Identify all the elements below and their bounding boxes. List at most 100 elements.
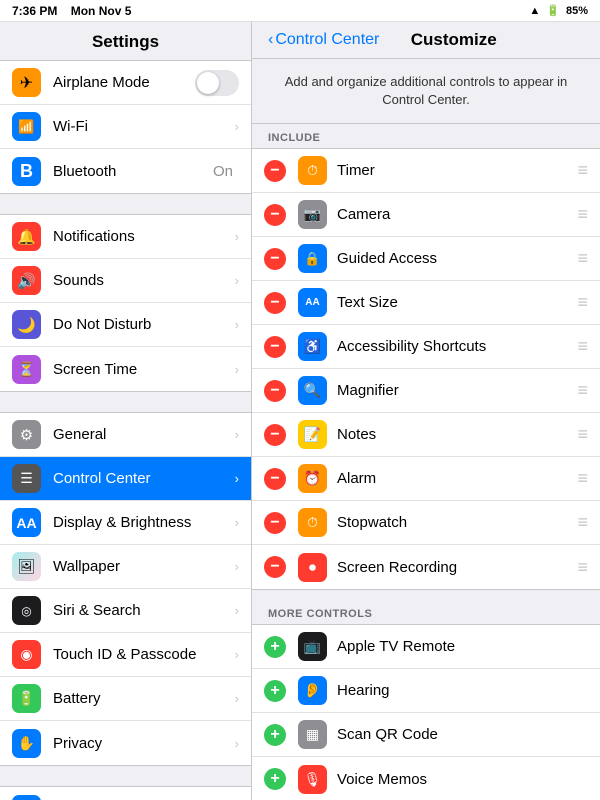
remove-text-size-button[interactable] [264,292,286,314]
control-center-chevron: › [235,471,239,486]
remove-accessibility-button[interactable] [264,336,286,358]
include-item-alarm[interactable]: ⏰ Alarm ≡ [252,457,600,501]
sidebar-item-itunes[interactable]: A iTunes & App Store › [0,787,251,800]
add-qr-code-button[interactable] [264,724,286,746]
sidebar-item-control-center[interactable]: ☰ Control Center › [0,457,251,501]
sidebar-item-battery[interactable]: 🔋 Battery › [0,677,251,721]
alarm-icon: ⏰ [298,464,327,493]
more-item-qr-code[interactable]: ▦ Scan QR Code [252,713,600,757]
do-not-disturb-chevron: › [235,317,239,332]
sidebar-item-bluetooth[interactable]: B Bluetooth On [0,149,251,193]
sounds-chevron: › [235,273,239,288]
sidebar-item-do-not-disturb[interactable]: 🌙 Do Not Disturb › [0,303,251,347]
screen-recording-icon: ⏺ [298,553,327,582]
remove-guided-access-button[interactable] [264,248,286,270]
wifi-settings-icon: 📶 [12,112,41,141]
screen-recording-label: Screen Recording [337,559,573,576]
screen-recording-drag-handle[interactable]: ≡ [577,557,588,578]
accessibility-drag-handle[interactable]: ≡ [577,336,588,357]
right-panel-title: Customize [411,30,557,58]
display-chevron: › [235,515,239,530]
more-item-voice-memos[interactable]: 🎙 Voice Memos [252,757,600,800]
stopwatch-drag-handle[interactable]: ≡ [577,512,588,533]
camera-label: Camera [337,206,573,223]
include-item-accessibility[interactable]: ♿ Accessibility Shortcuts ≡ [252,325,600,369]
voice-memos-icon: 🎙 [298,765,327,794]
remove-notes-button[interactable] [264,424,286,446]
add-voice-memos-button[interactable] [264,768,286,790]
add-hearing-button[interactable] [264,680,286,702]
sidebar-item-sounds[interactable]: 🔊 Sounds › [0,259,251,303]
voice-memos-label: Voice Memos [337,771,588,788]
sidebar-item-siri[interactable]: ◎ Siri & Search › [0,589,251,633]
include-item-camera[interactable]: 📷 Camera ≡ [252,193,600,237]
siri-label: Siri & Search [53,602,235,619]
remove-timer-button[interactable] [264,160,286,182]
include-item-magnifier[interactable]: 🔍 Magnifier ≡ [252,369,600,413]
general-icon: ⚙ [12,420,41,449]
accessibility-label: Accessibility Shortcuts [337,338,573,355]
battery-level: 85% [566,5,588,17]
sidebar-item-screen-time[interactable]: ⏳ Screen Time › [0,347,251,391]
itunes-icon: A [12,795,41,800]
remove-camera-button[interactable] [264,204,286,226]
sidebar-item-privacy[interactable]: ✋ Privacy › [0,721,251,765]
back-button[interactable]: ‹ Control Center [268,31,379,57]
timer-drag-handle[interactable]: ≡ [577,160,588,181]
more-item-apple-tv[interactable]: 📺 Apple TV Remote [252,625,600,669]
screen-time-label: Screen Time [53,361,235,378]
battery-settings-icon: 🔋 [12,684,41,713]
guided-access-drag-handle[interactable]: ≡ [577,248,588,269]
sidebar-item-airplane-mode[interactable]: ✈ Airplane Mode [0,61,251,105]
text-size-drag-handle[interactable]: ≡ [577,292,588,313]
sidebar-item-display-brightness[interactable]: AA Display & Brightness › [0,501,251,545]
timer-label: Timer [337,162,573,179]
include-item-screen-recording[interactable]: ⏺ Screen Recording ≡ [252,545,600,589]
include-item-notes[interactable]: 📝 Notes ≡ [252,413,600,457]
more-section-header: MORE CONTROLS [252,600,600,624]
alarm-drag-handle[interactable]: ≡ [577,468,588,489]
include-item-guided-access[interactable]: 🔒 Guided Access ≡ [252,237,600,281]
camera-icon: 📷 [298,200,327,229]
right-panel-scroll[interactable]: Add and organize additional controls to … [252,59,600,800]
sidebar-item-touch-id[interactable]: ◉ Touch ID & Passcode › [0,633,251,677]
back-chevron-icon: ‹ [268,31,273,49]
display-icon: AA [12,508,41,537]
notifications-label: Notifications [53,228,235,245]
remove-stopwatch-button[interactable] [264,512,286,534]
sidebar-item-notifications[interactable]: 🔔 Notifications › [0,215,251,259]
sidebar: Settings ✈ Airplane Mode 📶 Wi-Fi › B Blu… [0,22,252,800]
notifications-chevron: › [235,229,239,244]
sounds-icon: 🔊 [12,266,41,295]
display-label: Display & Brightness [53,514,235,531]
include-item-stopwatch[interactable]: ⏱ Stopwatch ≡ [252,501,600,545]
settings-group-store: A iTunes & App Store › [0,786,251,800]
more-item-hearing[interactable]: 👂 Hearing [252,669,600,713]
alarm-label: Alarm [337,470,573,487]
include-item-timer[interactable]: ⏱ Timer ≡ [252,149,600,193]
sidebar-item-general[interactable]: ⚙ General › [0,413,251,457]
magnifier-drag-handle[interactable]: ≡ [577,380,588,401]
screen-time-icon: ⏳ [12,355,41,384]
add-apple-tv-button[interactable] [264,636,286,658]
touch-id-label: Touch ID & Passcode [53,646,235,663]
privacy-icon: ✋ [12,729,41,758]
sidebar-item-wallpaper[interactable]: 🖼 Wallpaper › [0,545,251,589]
battery-label: Battery [53,690,235,707]
notes-drag-handle[interactable]: ≡ [577,424,588,445]
qr-code-icon: ▦ [298,720,327,749]
sidebar-item-wifi[interactable]: 📶 Wi-Fi › [0,105,251,149]
apple-tv-label: Apple TV Remote [337,638,588,655]
camera-drag-handle[interactable]: ≡ [577,204,588,225]
touch-id-chevron: › [235,647,239,662]
guided-access-icon: 🔒 [298,244,327,273]
remove-magnifier-button[interactable] [264,380,286,402]
stopwatch-icon: ⏱ [298,508,327,537]
touch-id-icon: ◉ [12,640,41,669]
remove-screen-recording-button[interactable] [264,556,286,578]
include-item-text-size[interactable]: AA Text Size ≡ [252,281,600,325]
guided-access-label: Guided Access [337,250,573,267]
notifications-icon: 🔔 [12,222,41,251]
airplane-mode-toggle[interactable] [195,70,239,96]
remove-alarm-button[interactable] [264,468,286,490]
